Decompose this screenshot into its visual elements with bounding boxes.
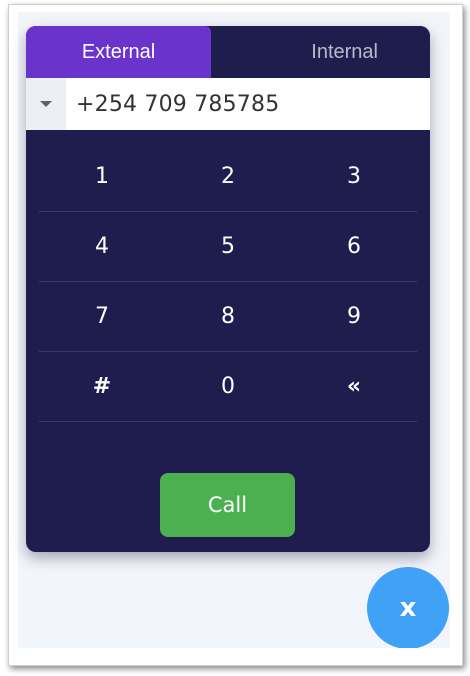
fab-clip: x (18, 12, 450, 648)
close-icon: x (399, 593, 417, 623)
close-dialer-button[interactable]: x (367, 567, 449, 648)
